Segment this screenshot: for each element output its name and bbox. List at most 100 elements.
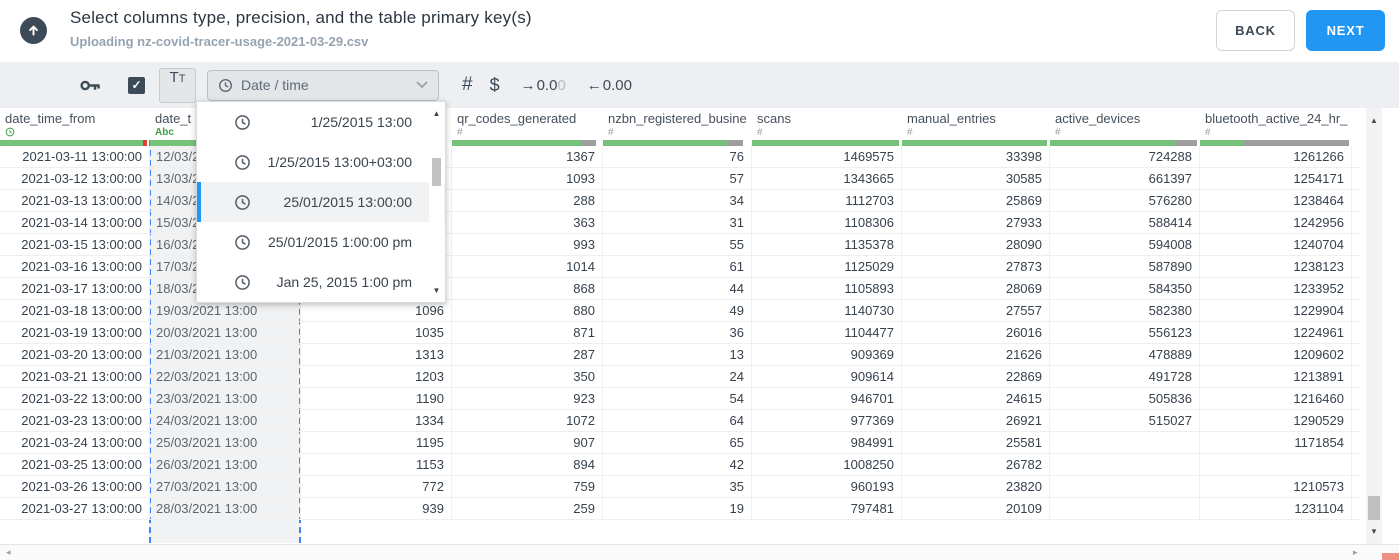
table-cell[interactable]: 1209602 (1200, 344, 1352, 365)
table-cell[interactable]: 1096 (301, 300, 452, 321)
table-cell[interactable]: 1125029 (752, 256, 902, 277)
table-cell[interactable] (1050, 432, 1200, 453)
table-cell[interactable]: 25/03/2021 13:00 (150, 432, 301, 453)
table-cell[interactable]: 25581 (902, 432, 1050, 453)
table-cell[interactable]: 27873 (902, 256, 1050, 277)
increase-decimal-button[interactable]: → 0.0 0 (521, 77, 566, 94)
table-cell[interactable]: 2021-03-14 13:00:00 (0, 212, 150, 233)
table-cell[interactable]: 30585 (902, 168, 1050, 189)
table-cell[interactable]: 21/03/2021 13:00 (150, 344, 301, 365)
table-cell[interactable]: 797481 (752, 498, 902, 519)
table-cell[interactable]: 34 (603, 190, 752, 211)
table-cell[interactable]: 1210573 (1200, 476, 1352, 497)
table-cell[interactable]: 491728 (1050, 366, 1200, 387)
table-cell[interactable]: 2021-03-16 13:00:00 (0, 256, 150, 277)
dropdown-item[interactable]: 25/01/2015 13:00:00 (197, 182, 445, 222)
table-cell[interactable]: 1104477 (752, 322, 902, 343)
table-cell[interactable]: 2021-03-13 13:00:00 (0, 190, 150, 211)
table-cell[interactable]: 2021-03-27 13:00:00 (0, 498, 150, 519)
table-cell[interactable]: 923 (452, 388, 603, 409)
text-type-button[interactable]: TT (159, 67, 196, 103)
table-cell[interactable]: 24 (603, 366, 752, 387)
table-cell[interactable]: 27557 (902, 300, 1050, 321)
dropdown-item[interactable]: 1/25/2015 13:00 (197, 102, 445, 142)
vertical-scrollbar[interactable]: ▲ ▼ (1366, 108, 1382, 544)
table-cell[interactable]: 2021-03-26 13:00:00 (0, 476, 150, 497)
table-cell[interactable]: 2021-03-15 13:00:00 (0, 234, 150, 255)
table-cell[interactable]: 1153 (301, 454, 452, 475)
table-cell[interactable]: 1238123 (1200, 256, 1352, 277)
table-cell[interactable]: 724288 (1050, 146, 1200, 167)
table-cell[interactable]: 26/03/2021 13:00 (150, 454, 301, 475)
table-cell[interactable]: 24/03/2021 13:00 (150, 410, 301, 431)
table-cell[interactable]: 2021-03-11 13:00:00 (0, 146, 150, 167)
table-cell[interactable]: 1171854 (1200, 432, 1352, 453)
table-cell[interactable]: 1233952 (1200, 278, 1352, 299)
next-button[interactable]: NEXT (1306, 10, 1385, 51)
column-header-qr_codes_generated[interactable]: qr_codes_generated # (452, 108, 603, 140)
table-cell[interactable]: 26921 (902, 410, 1050, 431)
table-cell[interactable]: 23/03/2021 13:00 (150, 388, 301, 409)
table-cell[interactable]: 23820 (902, 476, 1050, 497)
table-cell[interactable] (1050, 476, 1200, 497)
table-cell[interactable]: 556123 (1050, 322, 1200, 343)
table-cell[interactable]: 13 (603, 344, 752, 365)
dropdown-item[interactable]: 1/25/2015 13:00+03:00 (197, 142, 445, 182)
table-cell[interactable]: 993 (452, 234, 603, 255)
table-cell[interactable]: 1190 (301, 388, 452, 409)
table-cell[interactable]: 57 (603, 168, 752, 189)
table-cell[interactable]: 1014 (452, 256, 603, 277)
column-header-manual_entries[interactable]: manual_entries # (902, 108, 1050, 140)
table-cell[interactable]: 576280 (1050, 190, 1200, 211)
table-cell[interactable]: 27/03/2021 13:00 (150, 476, 301, 497)
column-header-active_devices[interactable]: active_devices # (1050, 108, 1200, 140)
dropdown-item[interactable]: Jan 25, 2015 1:00 pm (197, 262, 445, 302)
table-cell[interactable]: 661397 (1050, 168, 1200, 189)
number-type-button[interactable]: # (462, 74, 473, 96)
table-cell[interactable]: 1203 (301, 366, 452, 387)
table-cell[interactable]: 2021-03-21 13:00:00 (0, 366, 150, 387)
scroll-left-icon[interactable]: ◂ (6, 547, 11, 558)
table-cell[interactable]: 1231104 (1200, 498, 1352, 519)
table-cell[interactable]: 22/03/2021 13:00 (150, 366, 301, 387)
table-cell[interactable]: 65 (603, 432, 752, 453)
dropdown-scrollbar-thumb[interactable] (432, 158, 441, 186)
table-cell[interactable]: 61 (603, 256, 752, 277)
table-cell[interactable]: 44 (603, 278, 752, 299)
table-cell[interactable]: 42 (603, 454, 752, 475)
table-cell[interactable]: 1093 (452, 168, 603, 189)
table-cell[interactable]: 1072 (452, 410, 603, 431)
table-cell[interactable] (1050, 498, 1200, 519)
table-cell[interactable]: 1216460 (1200, 388, 1352, 409)
table-cell[interactable]: 515027 (1050, 410, 1200, 431)
column-header-nzbn_registered_busine[interactable]: nzbn_registered_busine # (603, 108, 752, 140)
table-cell[interactable]: 984991 (752, 432, 902, 453)
table-cell[interactable]: 28069 (902, 278, 1050, 299)
primary-key-icon[interactable] (80, 78, 101, 93)
table-cell[interactable]: 1367 (452, 146, 603, 167)
table-cell[interactable]: 880 (452, 300, 603, 321)
table-cell[interactable]: 20109 (902, 498, 1050, 519)
scroll-up-icon[interactable]: ▲ (429, 109, 444, 118)
table-cell[interactable]: 26782 (902, 454, 1050, 475)
table-cell[interactable]: 33398 (902, 146, 1050, 167)
table-cell[interactable]: 1238464 (1200, 190, 1352, 211)
table-cell[interactable]: 2021-03-18 13:00:00 (0, 300, 150, 321)
table-cell[interactable]: 28/03/2021 13:00 (150, 498, 301, 519)
table-cell[interactable]: 1229904 (1200, 300, 1352, 321)
back-button[interactable]: BACK (1216, 10, 1295, 51)
table-cell[interactable]: 28090 (902, 234, 1050, 255)
include-column-checkbox[interactable]: ✓ (128, 76, 145, 94)
table-cell[interactable]: 1008250 (752, 454, 902, 475)
table-cell[interactable] (1050, 454, 1200, 475)
table-cell[interactable]: 759 (452, 476, 603, 497)
table-cell[interactable]: 22869 (902, 366, 1050, 387)
table-cell[interactable]: 25869 (902, 190, 1050, 211)
column-header-date_time_from[interactable]: date_time_from (0, 108, 150, 140)
table-cell[interactable]: 19 (603, 498, 752, 519)
table-cell[interactable]: 1224961 (1200, 322, 1352, 343)
table-cell[interactable]: 1112703 (752, 190, 902, 211)
table-cell[interactable]: 76 (603, 146, 752, 167)
table-cell[interactable]: 2021-03-24 13:00:00 (0, 432, 150, 453)
table-cell[interactable]: 1035 (301, 322, 452, 343)
